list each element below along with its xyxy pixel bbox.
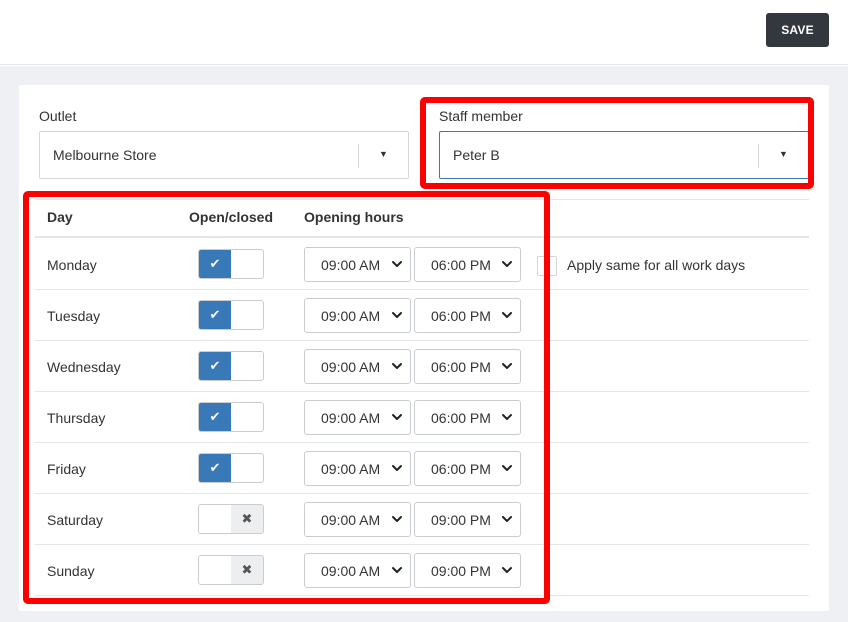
outlet-label: Outlet [39, 108, 77, 124]
top-bar: SAVE [0, 0, 848, 65]
caret-down-icon: ▼ [379, 149, 388, 159]
apply-same-label: Apply same for all work days [567, 257, 746, 273]
outlet-select[interactable]: Melbourne Store ▼ [39, 131, 409, 179]
select-separator [358, 144, 359, 168]
staff-member-highlight [420, 97, 814, 189]
save-button[interactable]: SAVE [766, 13, 829, 47]
outlet-value: Melbourne Store [53, 147, 157, 163]
schedule-table-highlight [23, 191, 550, 604]
